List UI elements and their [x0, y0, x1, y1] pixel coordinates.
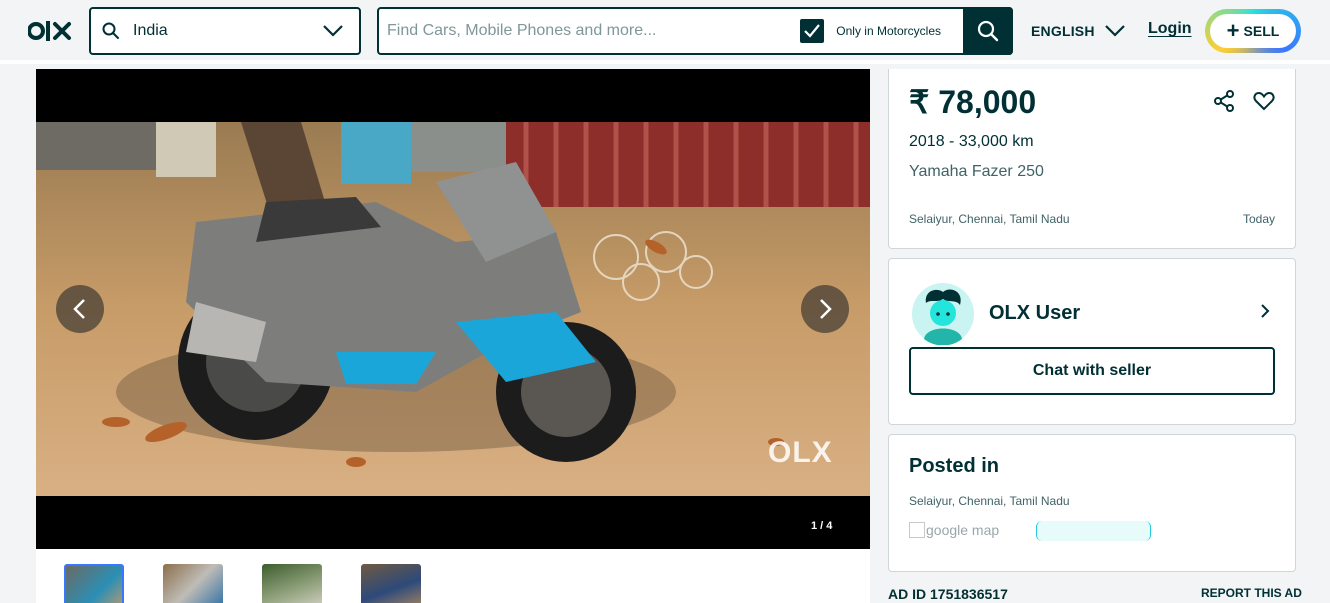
- search-icon: [977, 20, 999, 42]
- thumbnail-strip: [36, 549, 870, 603]
- chevron-down-icon[interactable]: [321, 19, 345, 43]
- olx-watermark: OLX: [768, 436, 833, 469]
- posted-in-card: Posted in Selaiyur, Chennai, Tamil Nadu …: [888, 434, 1296, 572]
- search-icon: [102, 22, 119, 39]
- search-input[interactable]: Find Cars, Mobile Phones and more...: [387, 22, 800, 40]
- ad-id: AD ID 1751836517: [888, 586, 1008, 602]
- posted-in-title: Posted in: [909, 455, 1000, 477]
- posted-location: Selaiyur, Chennai, Tamil Nadu: [909, 494, 1070, 508]
- heart-icon[interactable]: [1252, 89, 1276, 113]
- chevron-down-icon: [1104, 25, 1125, 37]
- seller-card: OLX User Chat with seller: [888, 258, 1296, 425]
- thumbnail-2[interactable]: [163, 564, 223, 603]
- price-card: ₹ 78,000 2018 - 33,000 km Yamaha Fazer 2…: [888, 69, 1296, 249]
- listing-price: ₹ 78,000: [909, 84, 1037, 120]
- report-ad-link[interactable]: REPORT THIS AD: [1201, 586, 1302, 600]
- top-header: India Find Cars, Mobile Phones and more.…: [0, 0, 1330, 64]
- chevron-left-icon: [73, 299, 85, 319]
- search-bar: Find Cars, Mobile Phones and more... Onl…: [377, 7, 1013, 55]
- share-icon[interactable]: [1212, 89, 1236, 113]
- language-label: ENGLISH: [1031, 23, 1095, 39]
- google-map-image[interactable]: google map: [909, 522, 999, 538]
- seller-name[interactable]: OLX User: [989, 302, 1080, 325]
- previous-image-button[interactable]: [56, 285, 104, 333]
- sell-button-inner: + SELL: [1210, 14, 1296, 48]
- location-value: India: [133, 22, 168, 39]
- image-counter: 1 / 4: [811, 520, 833, 532]
- thumbnail-4[interactable]: [361, 564, 421, 603]
- login-link[interactable]: Login: [1148, 20, 1192, 38]
- chevron-right-icon[interactable]: [1255, 299, 1275, 323]
- thumbnail-1[interactable]: [64, 564, 124, 603]
- search-button[interactable]: [963, 7, 1013, 55]
- olx-logo[interactable]: [28, 18, 72, 44]
- chevron-right-icon: [820, 299, 832, 319]
- chat-with-seller-button[interactable]: Chat with seller: [909, 347, 1275, 395]
- year-km: 2018 - 33,000 km: [909, 133, 1034, 150]
- broken-image-icon: [909, 522, 925, 538]
- category-checkbox[interactable]: [800, 19, 825, 43]
- next-image-button[interactable]: [801, 285, 849, 333]
- image-gallery: OLX 1 / 4: [36, 69, 870, 549]
- plus-icon: +: [1226, 18, 1240, 43]
- map-placeholder-bar: [1036, 521, 1151, 541]
- category-filter-label: Only in Motorcycles: [836, 24, 941, 38]
- listing-location: Selaiyur, Chennai, Tamil Nadu: [909, 212, 1070, 226]
- listing-title: Yamaha Fazer 250: [909, 163, 1044, 180]
- checkmark-icon: [804, 24, 821, 38]
- sell-button[interactable]: + SELL: [1205, 9, 1301, 53]
- location-selector[interactable]: India: [89, 7, 361, 55]
- listing-photo[interactable]: [36, 122, 870, 496]
- category-filter[interactable]: Only in Motorcycles: [800, 19, 941, 43]
- listing-date: Today: [1242, 212, 1275, 226]
- seller-avatar[interactable]: [912, 283, 974, 345]
- language-selector[interactable]: ENGLISH: [1031, 19, 1127, 43]
- thumbnail-3[interactable]: [262, 564, 322, 603]
- sell-label: SELL: [1243, 23, 1280, 39]
- map-alt-text: google map: [926, 522, 1000, 538]
